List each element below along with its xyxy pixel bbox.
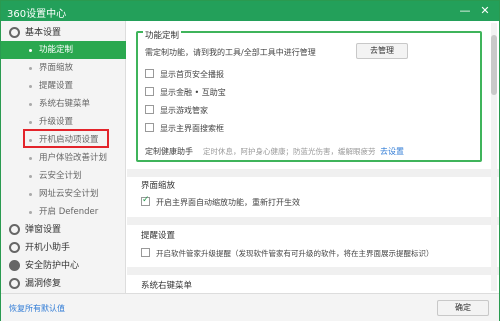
- option-checkbox[interactable]: [145, 87, 154, 96]
- sidebar-item-reminder[interactable]: 提醒设置: [1, 77, 126, 95]
- health-settings-link[interactable]: 去设置: [380, 146, 404, 157]
- sidebar-item-ux-plan[interactable]: 用户体验改善计划: [1, 149, 126, 167]
- option-checkbox[interactable]: [145, 105, 154, 114]
- sidebar-group-label: 基本设置: [25, 28, 62, 38]
- scrollbar[interactable]: [491, 23, 497, 291]
- reminder-option-label: 开启软件管家升级提醒（发现软件管家有可升级的软件，将在主界面展示提醒标识）: [156, 249, 434, 258]
- sidebar-item-label: 网址云安全计划: [39, 189, 99, 199]
- sidebar: 基本设置 功能定制 界面缩放 提醒设置 系统右键菜单 升级设置 开机启动项设置 …: [1, 21, 126, 293]
- sidebar-item-url-cloud[interactable]: 网址云安全计划: [1, 185, 126, 203]
- bullet-dot: [29, 121, 32, 124]
- footer-bar: 恢复所有默认值 确定: [1, 293, 499, 321]
- sidebar-group-startup-helper[interactable]: 开机小助手: [1, 239, 126, 257]
- sidebar-group-patch[interactable]: 漏洞修复: [1, 275, 126, 293]
- section-divider: [127, 217, 499, 225]
- sidebar-group-basic[interactable]: 基本设置: [1, 24, 126, 42]
- sidebar-group-security-center[interactable]: 安全防护中心: [1, 257, 126, 275]
- sidebar-item-label: 功能定制: [39, 45, 74, 55]
- sidebar-item-function-custom[interactable]: 功能定制: [1, 41, 126, 59]
- minimize-button[interactable]: —: [457, 3, 473, 19]
- sidebar-item-defender[interactable]: 开启 Defender: [1, 203, 126, 221]
- bullet-dot: [29, 67, 32, 70]
- reminder-checkbox[interactable]: [141, 248, 150, 257]
- option-label: 显示首页安全播报: [160, 70, 224, 79]
- sidebar-item-label: 升级设置: [39, 117, 74, 127]
- sidebar-group-label: 漏洞修复: [25, 279, 62, 289]
- section-divider: [127, 267, 499, 275]
- restore-defaults-link[interactable]: 恢复所有默认值: [9, 303, 65, 314]
- scrollbar-thumb[interactable]: [491, 35, 497, 95]
- sidebar-item-label: 用户体验改善计划: [39, 153, 108, 163]
- section-divider: [127, 169, 499, 177]
- bullet-dot: [29, 193, 32, 196]
- highlight-box: [23, 129, 109, 148]
- sidebar-item-label: 提醒设置: [39, 81, 74, 91]
- option-label: 显示主界面搜索框: [160, 124, 224, 133]
- sidebar-item-label: 系统右键菜单: [39, 99, 91, 109]
- sidebar-group-label: 开机小助手: [25, 243, 71, 253]
- bullet-dot: [29, 85, 32, 88]
- sidebar-item-label: 界面缩放: [39, 63, 74, 73]
- close-button[interactable]: ✕: [477, 3, 493, 19]
- popup-icon: [9, 224, 20, 235]
- bullet-dot: [29, 103, 32, 106]
- option-label: 显示金融 • 互助宝: [160, 88, 226, 97]
- sidebar-group-label: 弹窗设置: [25, 225, 62, 235]
- title-bar: 360设置中心 — ✕: [1, 1, 499, 21]
- reminder-section-title: 提醒设置: [141, 231, 176, 241]
- settings-window: 360设置中心 — ✕ 基本设置 功能定制 界面缩放 提醒设置 系统右键菜单 升…: [0, 0, 500, 321]
- option-checkbox[interactable]: [145, 123, 154, 132]
- bullet-dot: [29, 157, 32, 160]
- power-icon: [9, 242, 20, 253]
- sidebar-item-label: 开启 Defender: [39, 207, 99, 217]
- option-checkbox[interactable]: [145, 69, 154, 78]
- sidebar-item-label: 云安全计划: [39, 171, 82, 181]
- zoom-checkbox[interactable]: [141, 195, 150, 206]
- sidebar-item-context-menu[interactable]: 系统右键菜单: [1, 95, 126, 113]
- function-custom-title: 功能定制: [143, 29, 182, 41]
- function-custom-desc: 需定制功能，请到我的工具/全部工具中进行管理: [145, 48, 316, 57]
- window-title: 360设置中心: [7, 9, 67, 20]
- shield-icon: [9, 260, 20, 271]
- sidebar-group-label: 安全防护中心: [25, 261, 80, 271]
- manage-button[interactable]: 去管理: [356, 43, 408, 59]
- option-label: 显示游戏管家: [160, 106, 208, 115]
- gear-icon: [9, 27, 20, 38]
- zoom-option-label: 开启主界面自动缩放功能，重新打开生效: [156, 198, 300, 207]
- confirm-button[interactable]: 确定: [437, 300, 489, 316]
- context-menu-section-title: 系统右键菜单: [141, 281, 193, 291]
- sidebar-item-zoom[interactable]: 界面缩放: [1, 59, 126, 77]
- sidebar-group-popup[interactable]: 弹窗设置: [1, 221, 126, 239]
- bullet-dot: [29, 175, 32, 178]
- bullet-dot: [29, 211, 32, 214]
- patch-icon: [9, 278, 20, 289]
- sidebar-item-cloud-security[interactable]: 云安全计划: [1, 167, 126, 185]
- zoom-section-title: 界面缩放: [141, 181, 176, 191]
- health-assistant-label: 定制健康助手: [145, 147, 193, 156]
- bullet-dot: [29, 49, 32, 52]
- health-assistant-desc: 定时休息，阿护身心健康；防蓝光伤害，缓解眼疲劳: [203, 147, 376, 156]
- settings-content: 功能定制 需定制功能，请到我的工具/全部工具中进行管理 去管理 显示首页安全播报…: [127, 21, 499, 293]
